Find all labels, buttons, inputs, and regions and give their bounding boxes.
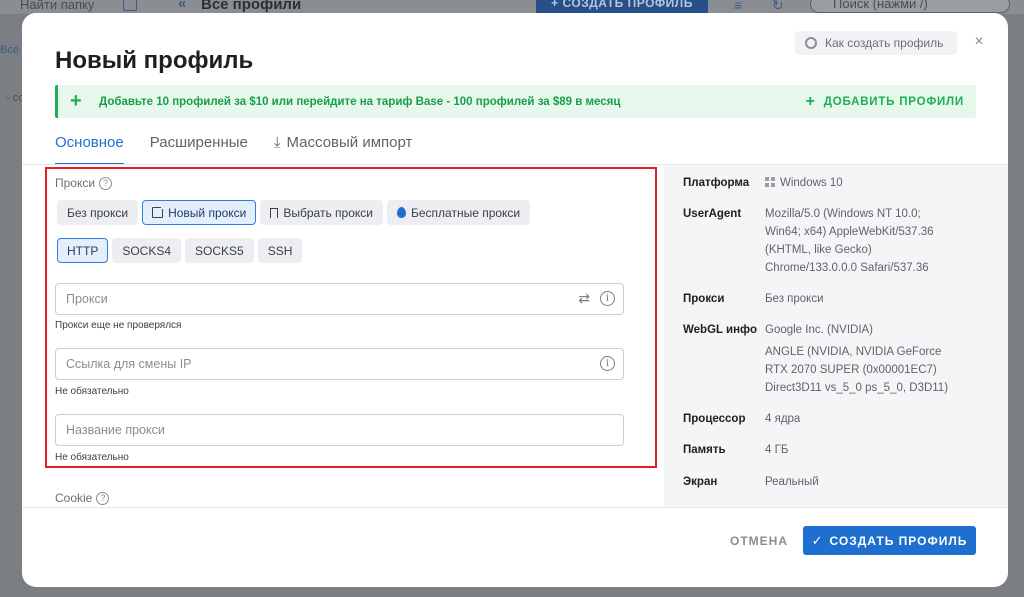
plus-icon: + [805,92,816,110]
download-icon: ⤓ [273,134,281,151]
free-proxy-button[interactable]: Бесплатные прокси [386,200,531,225]
cookie-label-text: Cookie [55,491,93,505]
bg-folder-add-icon [123,0,137,11]
bg-refresh-icon: ↻ [772,0,784,13]
profile-summary-panel: Платформа Windows 10 UserAgent Mozilla/5… [664,165,1008,507]
help-icon[interactable]: ? [96,491,110,505]
proxy-mode-group: Без прокси Новый прокси Выбрать прокси Б… [57,200,531,225]
summary-value: Windows 10 [765,174,995,192]
tab-advanced[interactable]: Расширенные [150,131,248,165]
tab-bulk-import[interactable]: ⤓ Массовый импорт [274,131,413,165]
no-proxy-label: Без прокси [67,205,129,220]
plus-icon: + [70,90,82,112]
change-ip-input[interactable] [56,349,536,379]
bg-filter-icon: ≡ [734,0,743,13]
summary-row-proxy: Прокси Без прокси [683,290,995,308]
info-icon[interactable]: i [600,356,615,371]
tab-basic[interactable]: Основное [55,131,124,165]
useragent-value: Mozilla/5.0 (Windows NT 10.0; Win64; x64… [765,208,934,274]
promo-text: Добавьте 10 профилей за $10 или перейдит… [99,95,621,108]
cookie-section-label: Cookie ? [55,491,110,505]
add-profiles-button[interactable]: + ДОБАВИТЬ ПРОФИЛИ [806,85,964,118]
webgl-vendor: Google Inc. (NVIDIA) [765,324,874,336]
change-ip-field: i [55,348,624,380]
help-icon[interactable]: ? [99,176,113,190]
summary-row-screen: Экран Реальный [683,473,995,491]
lifebuoy-icon [805,37,817,49]
windows-icon [765,177,775,187]
summary-key: WebGL инфо [683,324,757,336]
proxy-section-label: Прокси ? [55,176,113,190]
modal-title: Новый профиль [55,47,254,74]
no-proxy-button[interactable]: Без прокси [57,200,139,225]
drop-icon [396,207,406,218]
summary-key: Экран [683,476,718,488]
bg-search-input: Поиск (нажми /) [810,0,1010,13]
platform-value: Windows 10 [780,177,843,189]
summary-row-useragent: UserAgent Mozilla/5.0 (Windows NT 10.0; … [683,205,955,277]
summary-key: Память [683,444,726,456]
check-icon: ✓ [811,532,824,548]
how-to-label: Как создать профиль [825,36,944,50]
free-proxy-label: Бесплатные прокси [410,205,521,220]
protocol-socks4-button[interactable]: SOCKS4 [112,238,182,263]
close-icon[interactable]: × [970,33,988,51]
how-to-create-profile-button[interactable]: Как создать профиль [795,31,957,55]
webgl-value: Google Inc. (NVIDIA) ANGLE (NVIDIA, NVID… [765,321,965,397]
create-profile-label: СОЗДАТЬ ПРОФИЛЬ [829,533,968,548]
proxy-name-input[interactable] [56,415,536,445]
proxy-name-field [55,414,624,446]
summary-key: Платформа [683,177,750,189]
memory-value: 4 ГБ [765,444,789,456]
swap-icon[interactable]: ⇄ [578,291,590,306]
bg-header-title: Все профили [201,0,302,13]
new-proxy-button[interactable]: Новый прокси [142,200,257,225]
tab-bulk-import-label: Массовый импорт [286,134,413,151]
bg-create-profile-button: + СОЗДАТЬ ПРОФИЛЬ [536,0,708,14]
summary-key: Процессор [683,413,746,425]
protocol-socks5-button[interactable]: SOCKS5 [185,238,254,263]
summary-key: UserAgent [683,208,742,220]
add-box-icon [152,204,167,218]
add-profiles-label: ДОБАВИТЬ ПРОФИЛИ [823,95,964,108]
summary-row-cpu: Процессор 4 ядра [683,410,995,428]
proxy-value: Без прокси [765,293,824,305]
proxy-hint: Прокси еще не проверялся [55,320,182,331]
footer-divider [22,507,1008,508]
cpu-value: 4 ядра [765,413,801,425]
summary-row-memory: Память 4 ГБ [683,441,995,459]
cancel-button[interactable]: ОТМЕНА [722,527,796,555]
bg-side-link: Все [0,44,19,56]
select-proxy-button[interactable]: Выбрать прокси [260,200,383,225]
new-profile-modal: Новый профиль Как создать профиль × + До… [22,13,1008,587]
new-proxy-label: Новый прокси [168,205,247,220]
screen-value: Реальный [765,476,819,488]
promo-banner: + Добавьте 10 профилей за $10 или перейд… [55,85,976,118]
bg-back-icon: « [178,0,187,12]
summary-row-webgl: WebGL инфо Google Inc. (NVIDIA) ANGLE (N… [683,321,965,397]
select-proxy-label: Выбрать прокси [283,205,373,220]
bg-folder-search: Найти папку [20,0,95,12]
protocol-group: HTTP SOCKS4 SOCKS5 SSH [57,238,303,263]
tab-bar: Основное Расширенные ⤓ Массовый импорт [55,131,412,165]
change-ip-hint: Не обязательно [55,386,129,397]
proxy-label-text: Прокси [55,176,96,190]
create-profile-button[interactable]: ✓ СОЗДАТЬ ПРОФИЛЬ [803,526,976,555]
info-icon[interactable]: i [600,291,615,306]
summary-row-platform: Платформа Windows 10 [683,174,995,192]
summary-key: Прокси [683,293,725,305]
bookmark-icon [270,207,279,221]
proxy-name-hint: Не обязательно [55,452,129,463]
protocol-http-button[interactable]: HTTP [57,238,109,263]
protocol-ssh-button[interactable]: SSH [257,238,303,263]
proxy-field: ⇄ i [55,283,624,315]
webgl-renderer: ANGLE (NVIDIA, NVIDIA GeForce RTX 2070 S… [765,346,949,394]
proxy-input[interactable] [56,284,536,314]
